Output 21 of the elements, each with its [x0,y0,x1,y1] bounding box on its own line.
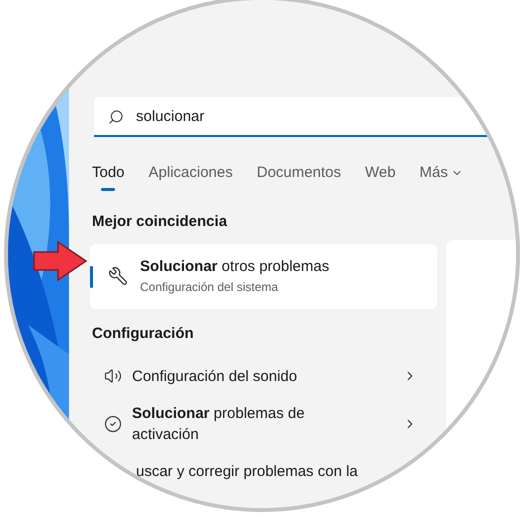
filter-tab[interactable]: Aplicaciones [148,163,233,193]
filter-tab[interactable]: Web [364,163,396,193]
search-icon [108,109,124,125]
result-subtitle: Configuración del sistema [140,279,280,296]
settings-result[interactable]: uscar y corregir problemas con la [92,451,441,495]
filter-tab[interactable]: Documentos [256,163,341,193]
result-text: Configuración del sonido [132,366,298,386]
wrench-icon [108,266,128,286]
best-match-item[interactable]: Solucionar otros problemas Configuración del sistema [90,244,437,308]
arrow-icon [32,240,88,282]
more-menu-tab[interactable]: Más [420,163,463,193]
speaker-icon [104,367,122,385]
result-title: Solucionar otros problemas [140,256,330,277]
section-heading: Configuración [92,324,195,344]
section-heading: Mejor coincidencia [92,212,228,232]
result-text: uscar y corregir problemas con la [136,462,358,482]
check-circle-icon [104,415,122,433]
settings-result[interactable]: Solucionar problemas de activación [92,397,441,451]
settings-result[interactable]: Configuración del sonido [92,355,441,397]
result-text: Solucionar problemas de activación [132,404,306,445]
filter-tab[interactable]: Todo [92,163,125,193]
